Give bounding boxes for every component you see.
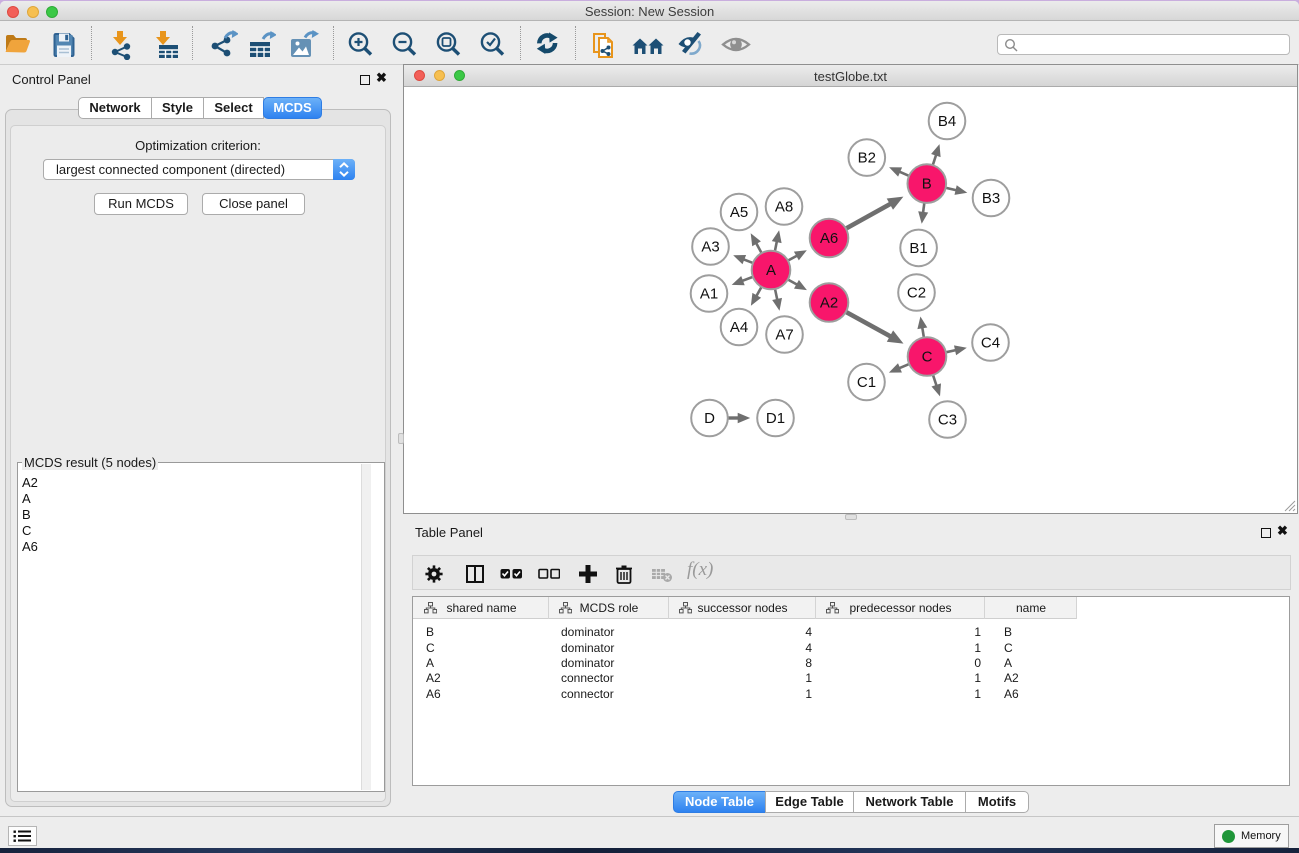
svg-text:A4: A4 — [730, 319, 748, 336]
svg-text:A1: A1 — [700, 286, 718, 303]
svg-text:C1: C1 — [857, 374, 876, 391]
svg-text:A5: A5 — [730, 204, 748, 221]
svg-text:A2: A2 — [820, 295, 838, 312]
svg-text:C2: C2 — [907, 285, 926, 302]
svg-text:B: B — [922, 176, 932, 193]
svg-text:C: C — [922, 349, 933, 366]
svg-text:A6: A6 — [820, 230, 838, 247]
svg-text:A3: A3 — [701, 239, 719, 256]
svg-text:D1: D1 — [766, 410, 785, 427]
svg-text:B3: B3 — [982, 190, 1000, 207]
svg-text:B1: B1 — [909, 240, 927, 257]
svg-text:B4: B4 — [938, 113, 956, 130]
svg-text:C3: C3 — [938, 412, 957, 429]
svg-text:A8: A8 — [775, 199, 793, 216]
svg-text:C4: C4 — [981, 335, 1000, 352]
svg-text:B2: B2 — [858, 150, 876, 167]
svg-text:D: D — [704, 410, 715, 427]
svg-text:A7: A7 — [775, 327, 793, 344]
svg-text:A: A — [766, 262, 776, 279]
